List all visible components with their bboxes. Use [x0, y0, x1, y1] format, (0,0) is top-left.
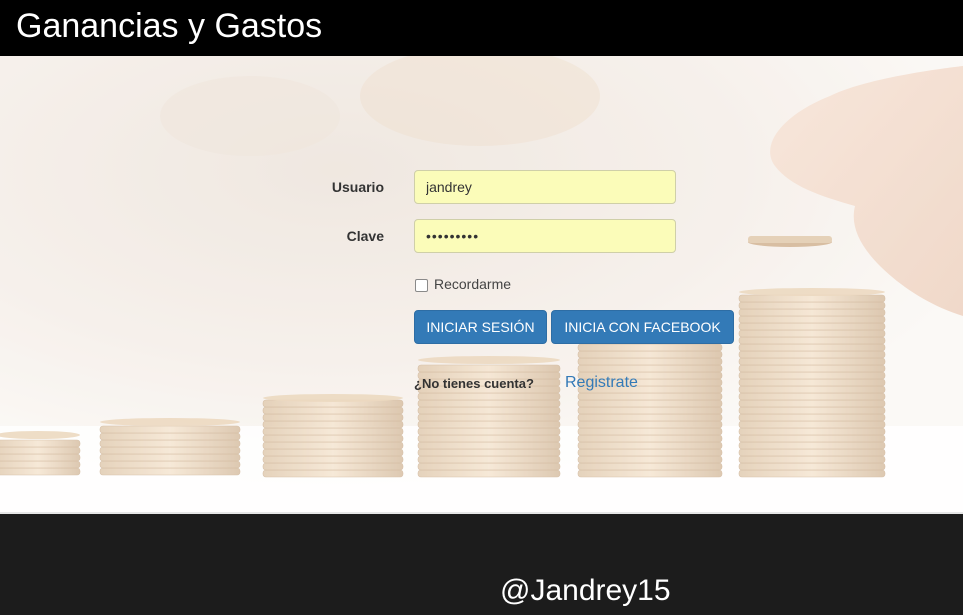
remember-me-checkbox[interactable]: [415, 279, 428, 292]
footer-handle: @Jandrey15: [500, 574, 671, 607]
no-account-text: ¿No tienes cuenta?: [414, 376, 534, 391]
facebook-login-button[interactable]: INICIA CON FACEBOOK: [551, 310, 734, 344]
password-label: Clave: [346, 228, 384, 244]
top-navbar: Ganancias y Gastos: [0, 0, 963, 56]
footer: @Jandrey15: [0, 512, 963, 615]
username-input[interactable]: [414, 170, 676, 204]
remember-me-label[interactable]: Recordarme: [434, 276, 511, 292]
login-button[interactable]: INICIAR SESIÓN: [414, 310, 547, 344]
app-title: Ganancias y Gastos: [16, 7, 323, 45]
hero-background-coin-stacks: Usuario Clave Recordarme INICIAR SESIÓN …: [0, 56, 963, 512]
register-link[interactable]: Registrate: [565, 374, 638, 392]
username-label: Usuario: [331, 179, 384, 195]
password-input[interactable]: [414, 219, 676, 253]
